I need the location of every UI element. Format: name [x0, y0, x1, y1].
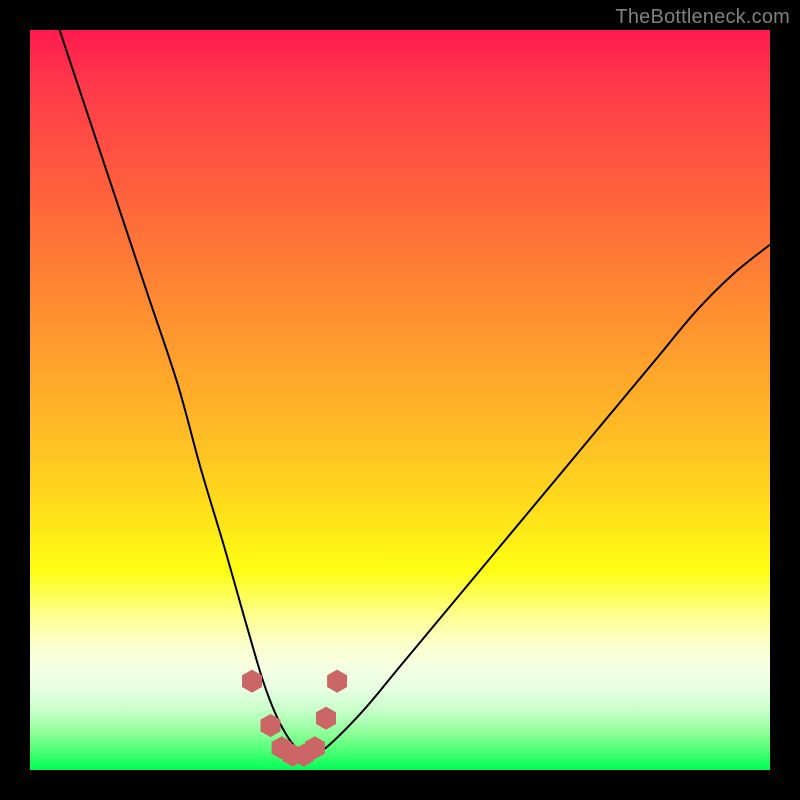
chart-frame: TheBottleneck.com — [0, 0, 800, 800]
watermark-text: TheBottleneck.com — [615, 6, 790, 29]
data-point — [317, 707, 336, 729]
highlighted-points-group — [243, 670, 347, 766]
chart-overlay-svg — [30, 30, 770, 770]
data-point — [328, 670, 347, 692]
data-point — [261, 715, 280, 737]
bottleneck-curve — [60, 30, 770, 755]
data-point — [305, 737, 324, 759]
data-point — [243, 670, 262, 692]
